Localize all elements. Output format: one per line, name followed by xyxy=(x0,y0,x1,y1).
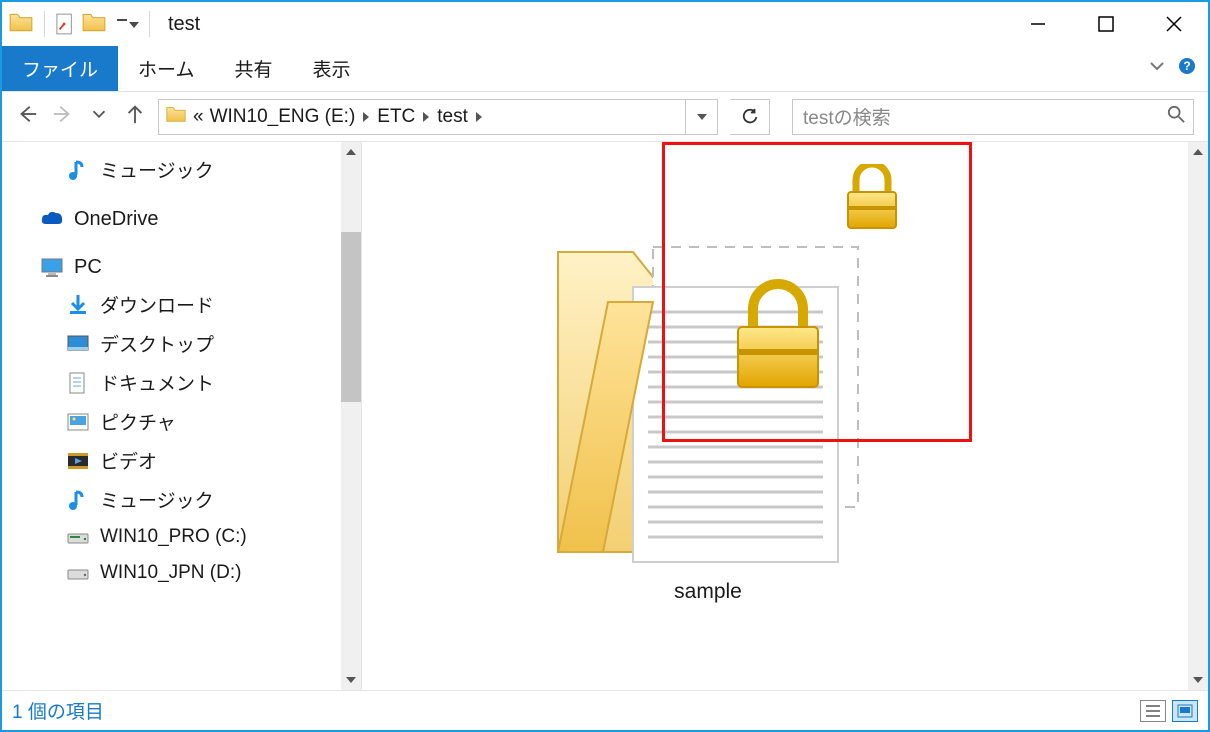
sidebar-item-downloads[interactable]: ダウンロード xyxy=(2,285,361,324)
sidebar-item-label: デスクトップ xyxy=(100,330,214,357)
file-label: sample xyxy=(518,580,898,604)
folder-icon[interactable] xyxy=(81,9,107,40)
recent-locations-button[interactable] xyxy=(88,103,110,130)
sidebar-item-music[interactable]: ミュージック xyxy=(2,150,361,189)
svg-text:?: ? xyxy=(1183,59,1190,73)
sidebar-item-documents[interactable]: ドキュメント xyxy=(2,363,361,402)
up-button[interactable] xyxy=(124,103,146,130)
scroll-up-icon[interactable] xyxy=(341,142,361,162)
folder-icon xyxy=(165,103,187,130)
sidebar-item-desktop[interactable]: デスクトップ xyxy=(2,324,361,363)
chevron-right-icon xyxy=(421,106,431,128)
search-icon xyxy=(1167,105,1185,129)
sidebar-item-label: ピクチャ xyxy=(100,408,176,435)
separator xyxy=(44,11,45,37)
sidebar-item-label: ミュージック xyxy=(100,156,214,183)
search-placeholder: testの検索 xyxy=(803,103,891,130)
sidebar-item-label: OneDrive xyxy=(74,208,158,231)
sidebar-item-drive-d[interactable]: WIN10_JPN (D:) xyxy=(2,555,361,591)
properties-icon[interactable] xyxy=(55,11,75,37)
breadcrumb-item[interactable]: ETC xyxy=(377,106,431,128)
scroll-thumb[interactable] xyxy=(341,232,361,402)
sidebar-item-label: ビデオ xyxy=(100,447,157,474)
breadcrumb-item[interactable]: WIN10_ENG (E:) xyxy=(210,106,372,128)
qat-overflow-button[interactable] xyxy=(117,14,139,35)
separator xyxy=(149,11,150,37)
navigation-bar: « WIN10_ENG (E:) ETC test testの検索 xyxy=(2,92,1208,142)
maximize-button[interactable] xyxy=(1072,2,1140,46)
tab-file[interactable]: ファイル xyxy=(2,46,118,91)
sidebar-item-label: ドキュメント xyxy=(100,369,214,396)
ribbon-expand-icon[interactable] xyxy=(1148,57,1166,80)
sidebar-item-music2[interactable]: ミュージック xyxy=(2,480,361,519)
sidebar-item-pc[interactable]: PC xyxy=(2,249,361,285)
chevron-right-icon xyxy=(474,106,484,128)
search-box[interactable]: testの検索 xyxy=(792,99,1194,135)
refresh-button[interactable] xyxy=(730,99,770,135)
status-bar: 1 個の項目 xyxy=(2,690,1208,730)
ribbon-tabs: ファイル ホーム 共有 表示 ? xyxy=(2,46,1208,92)
minimize-button[interactable] xyxy=(1004,2,1072,46)
tab-share[interactable]: 共有 xyxy=(214,46,292,91)
annotation-highlight xyxy=(662,142,972,442)
tab-view[interactable]: 表示 xyxy=(292,46,370,91)
item-count: 1 個の項目 xyxy=(12,697,104,724)
sidebar-item-label: ダウンロード xyxy=(100,291,214,318)
chevron-right-icon xyxy=(361,106,371,128)
sidebar-item-label: WIN10_JPN (D:) xyxy=(100,562,241,584)
scroll-down-icon[interactable] xyxy=(1188,670,1208,690)
tab-home[interactable]: ホーム xyxy=(118,46,214,91)
sidebar-item-videos[interactable]: ビデオ xyxy=(2,441,361,480)
forward-button[interactable] xyxy=(52,103,74,130)
breadcrumb-item[interactable]: test xyxy=(437,106,484,128)
sidebar-scrollbar[interactable] xyxy=(341,142,361,690)
scroll-down-icon[interactable] xyxy=(341,670,361,690)
view-details-button[interactable] xyxy=(1140,700,1166,722)
sidebar-item-drive-c[interactable]: WIN10_PRO (C:) xyxy=(2,519,361,555)
window-title: test xyxy=(168,13,200,36)
breadcrumb-prefix: « xyxy=(193,106,204,128)
sidebar-item-pictures[interactable]: ピクチャ xyxy=(2,402,361,441)
sidebar-item-label: WIN10_PRO (C:) xyxy=(100,526,247,548)
folder-icon xyxy=(8,9,34,40)
back-button[interactable] xyxy=(16,103,38,130)
navigation-pane: ミュージック OneDrive PC ダウンロード デスクトップ ドキュメント … xyxy=(2,142,362,690)
content-scrollbar[interactable] xyxy=(1188,142,1208,690)
sidebar-item-label: ミュージック xyxy=(100,486,214,513)
quick-access-toolbar xyxy=(8,9,154,40)
close-button[interactable] xyxy=(1140,2,1208,46)
sidebar-item-onedrive[interactable]: OneDrive xyxy=(2,201,361,237)
title-bar: test xyxy=(2,2,1208,46)
address-bar[interactable]: « WIN10_ENG (E:) ETC test xyxy=(158,99,718,135)
sidebar-item-label: PC xyxy=(74,256,102,279)
scroll-up-icon[interactable] xyxy=(1188,142,1208,162)
address-dropdown-button[interactable] xyxy=(685,100,717,134)
view-large-icons-button[interactable] xyxy=(1172,700,1198,722)
help-icon[interactable]: ? xyxy=(1178,57,1196,80)
content-pane[interactable]: sample xyxy=(362,142,1208,690)
